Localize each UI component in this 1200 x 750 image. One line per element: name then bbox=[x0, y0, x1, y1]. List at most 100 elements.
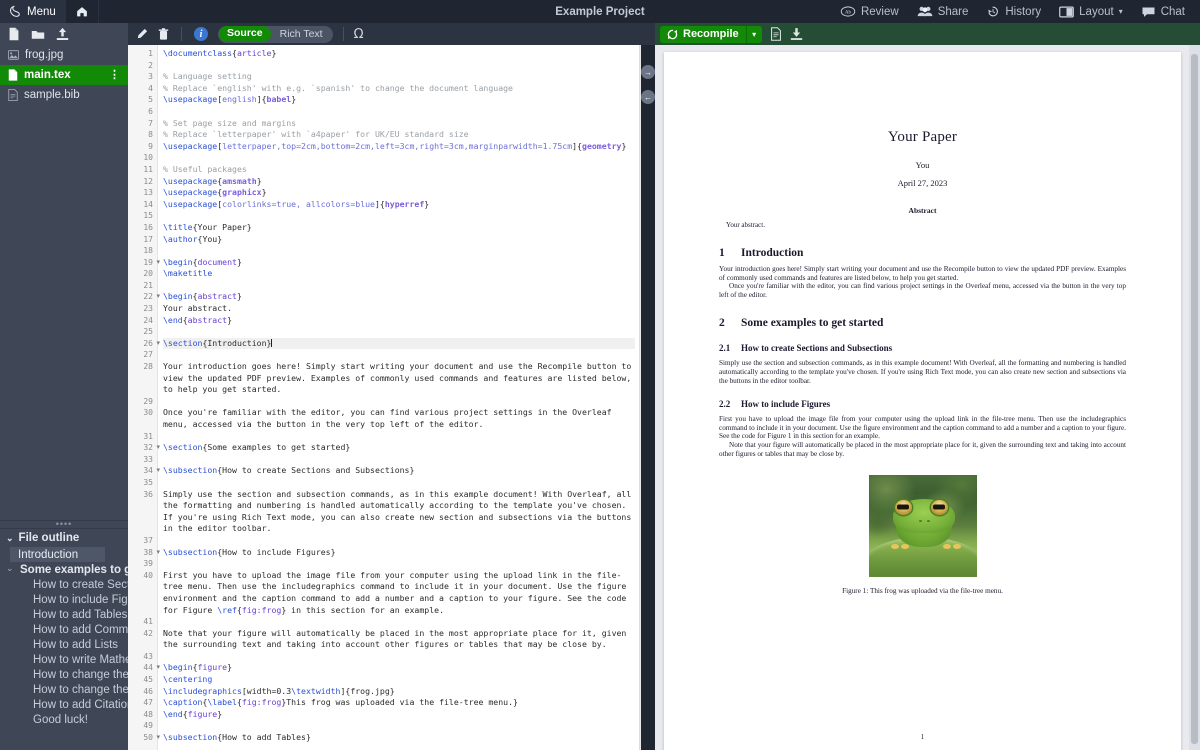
code-line[interactable] bbox=[163, 326, 635, 338]
trash-icon[interactable] bbox=[158, 27, 169, 41]
pdf-preview-pane[interactable]: Your Paper You April 27, 2023 Abstract Y… bbox=[655, 45, 1200, 750]
outline-item-how-to-include-figures[interactable]: How to include Figur... bbox=[0, 592, 128, 607]
code-line[interactable]: \begin{document} bbox=[163, 257, 635, 269]
history-button[interactable]: History bbox=[977, 0, 1050, 23]
code-line[interactable] bbox=[163, 152, 635, 164]
code-line[interactable]: % Language setting bbox=[163, 71, 635, 83]
code-line[interactable]: \subsection{How to add Tables} bbox=[163, 732, 635, 744]
code-line[interactable] bbox=[163, 558, 635, 570]
pencil-icon[interactable] bbox=[136, 28, 148, 40]
sidebar-vertical-resizer[interactable]: •••• bbox=[0, 520, 128, 529]
code-line[interactable]: % Replace `english' with e.g. `spanish' … bbox=[163, 83, 635, 95]
line-number: 1 bbox=[148, 49, 153, 58]
code-line[interactable]: \usepackage[colorlinks=true, allcolors=b… bbox=[163, 199, 635, 211]
code-line[interactable] bbox=[163, 616, 635, 628]
outline-item-good-luck[interactable]: Good luck! bbox=[0, 712, 128, 727]
code-line[interactable] bbox=[163, 396, 635, 408]
code-line[interactable]: \maketitle bbox=[163, 268, 635, 280]
code-line[interactable]: \begin{abstract} bbox=[163, 291, 635, 303]
code-line[interactable]: \usepackage[english]{babel} bbox=[163, 94, 635, 106]
upload-icon[interactable] bbox=[56, 27, 69, 41]
file-item-sample-bib[interactable]: sample.bib bbox=[0, 85, 128, 105]
review-button[interactable]: Ab Review bbox=[831, 0, 908, 23]
mode-source-tab[interactable]: Source bbox=[219, 26, 271, 42]
code-line[interactable]: \centering bbox=[163, 674, 635, 686]
code-line[interactable]: \subsection{How to include Figures} bbox=[163, 547, 635, 559]
outline-item-how-to-add-citations[interactable]: How to add Citation... bbox=[0, 697, 128, 712]
recompile-dropdown-button[interactable]: ▾ bbox=[745, 25, 762, 43]
download-icon[interactable] bbox=[790, 27, 803, 41]
code-line[interactable]: \begin{figure} bbox=[163, 662, 635, 674]
code-line[interactable] bbox=[163, 535, 635, 547]
code-line[interactable]: \documentclass{article} bbox=[163, 48, 635, 60]
code-line[interactable]: Simply use the section and subsection co… bbox=[163, 489, 635, 535]
code-line[interactable]: \author{You} bbox=[163, 234, 635, 246]
code-line[interactable]: \end{abstract} bbox=[163, 315, 635, 327]
outline-item-how-to-change-the-document[interactable]: How to change the d... bbox=[0, 682, 128, 697]
file-context-menu-icon[interactable]: ⋮ bbox=[109, 69, 120, 80]
code-line[interactable]: \section{Some examples to get started} bbox=[163, 442, 635, 454]
share-button[interactable]: Share bbox=[908, 0, 978, 23]
file-item-main-tex[interactable]: main.tex ⋮ bbox=[0, 65, 128, 85]
code-line[interactable]: Your abstract. bbox=[163, 303, 635, 315]
recompile-button[interactable]: Recompile bbox=[660, 25, 746, 43]
editor-mode-toggle[interactable]: Source Rich Text bbox=[218, 25, 333, 43]
code-line[interactable] bbox=[163, 106, 635, 118]
chevron-down-icon[interactable]: ⌄ bbox=[6, 563, 14, 574]
code-line[interactable] bbox=[163, 349, 635, 361]
menu-button[interactable]: Menu bbox=[0, 0, 66, 23]
symbol-palette-icon[interactable]: Ω bbox=[354, 27, 364, 42]
outline-item-introduction[interactable]: Introduction bbox=[10, 547, 105, 562]
sync-to-code-button[interactable]: ← bbox=[641, 90, 655, 104]
code-line[interactable]: \usepackage{amsmath} bbox=[163, 176, 635, 188]
code-line[interactable] bbox=[163, 431, 635, 443]
logs-file-icon[interactable] bbox=[770, 27, 782, 41]
new-folder-icon[interactable] bbox=[31, 28, 45, 41]
new-file-icon[interactable] bbox=[8, 27, 20, 41]
code-line[interactable] bbox=[163, 280, 635, 292]
sidebar-horizontal-resizer[interactable]: •••• bbox=[122, 657, 135, 683]
file-outline-header[interactable]: ⌄ File outline bbox=[0, 529, 128, 547]
code-line[interactable]: Note that your figure will automatically… bbox=[163, 628, 635, 651]
home-button[interactable] bbox=[66, 0, 99, 23]
code-line[interactable]: \usepackage{graphicx} bbox=[163, 187, 635, 199]
panel-divider[interactable]: → ← bbox=[641, 45, 655, 750]
code-line[interactable]: \includegraphics[width=0.3\textwidth]{fr… bbox=[163, 686, 635, 698]
layout-button[interactable]: Layout ▾ bbox=[1050, 0, 1132, 23]
code-line[interactable]: % Useful packages bbox=[163, 164, 635, 176]
code-line[interactable]: \title{Your Paper} bbox=[163, 222, 635, 234]
code-line[interactable]: \end{figure} bbox=[163, 709, 635, 721]
code-line[interactable]: \usepackage[letterpaper,top=2cm,bottom=2… bbox=[163, 141, 635, 153]
code-line[interactable]: \section{Introduction} bbox=[163, 337, 635, 350]
code-editor[interactable]: 1 2 3 4 5 6 7 8 9 10 11 12 13 14 15 16 17 18 19 ▾ 20 21 22 ▾ 23 2… bbox=[128, 45, 650, 750]
code-line[interactable] bbox=[163, 60, 635, 72]
code-line[interactable]: \subsection{How to create Sections and S… bbox=[163, 465, 635, 477]
editor-code-area[interactable]: \documentclass{article} % Language setti… bbox=[158, 45, 639, 750]
sync-to-pdf-button[interactable]: → bbox=[641, 65, 655, 79]
outline-item-how-to-change-the-margins[interactable]: How to change the ... bbox=[0, 667, 128, 682]
code-line[interactable] bbox=[163, 477, 635, 489]
code-line[interactable]: \caption{\label{fig:frog}This frog was u… bbox=[163, 697, 635, 709]
outline-item-how-to-add-comments[interactable]: How to add Comme... bbox=[0, 622, 128, 637]
chat-button[interactable]: Chat bbox=[1132, 0, 1194, 23]
code-line[interactable] bbox=[163, 720, 635, 732]
outline-item-how-to-write-mathematics[interactable]: How to write Mathe... bbox=[0, 652, 128, 667]
code-line[interactable] bbox=[163, 210, 635, 222]
pdf-scrollbar[interactable] bbox=[1189, 45, 1200, 750]
code-line[interactable]: % Replace `letterpaper' with `a4paper' f… bbox=[163, 129, 635, 141]
file-item-frog-jpg[interactable]: frog.jpg bbox=[0, 45, 128, 65]
code-line[interactable] bbox=[163, 651, 635, 663]
outline-item-how-to-add-tables[interactable]: How to add Tables bbox=[0, 607, 128, 622]
code-line[interactable]: % Set page size and margins bbox=[163, 118, 635, 130]
code-line[interactable]: First you have to upload the image file … bbox=[163, 570, 635, 616]
info-icon[interactable]: i bbox=[194, 27, 208, 41]
outline-item-how-to-create-sections[interactable]: How to create Sectio... bbox=[0, 577, 128, 592]
pdf-scrollbar-thumb[interactable] bbox=[1191, 54, 1198, 744]
code-line[interactable] bbox=[163, 454, 635, 466]
code-line[interactable]: Your introduction goes here! Simply star… bbox=[163, 361, 635, 396]
outline-item-some-examples[interactable]: Some examples to get st... bbox=[0, 562, 128, 577]
code-line[interactable] bbox=[163, 245, 635, 257]
mode-rich-text-tab[interactable]: Rich Text bbox=[271, 28, 332, 40]
code-line[interactable]: Once you're familiar with the editor, yo… bbox=[163, 407, 635, 430]
outline-item-how-to-add-lists[interactable]: How to add Lists bbox=[0, 637, 128, 652]
